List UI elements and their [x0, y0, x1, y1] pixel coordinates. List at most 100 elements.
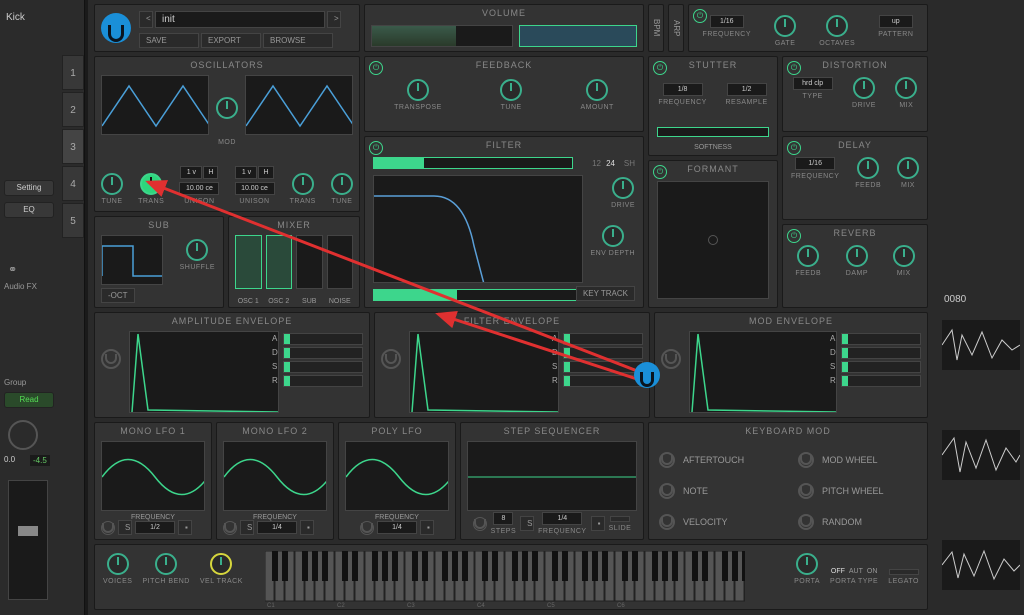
km-pitchwheel[interactable] [798, 483, 814, 499]
fb-tune[interactable] [500, 79, 522, 101]
mixer-sub[interactable] [296, 235, 323, 289]
track-4[interactable]: 4 [62, 166, 84, 201]
browse-button[interactable]: BROWSE [263, 33, 333, 48]
lfo1-sync[interactable]: ▪ [178, 520, 192, 535]
km-random[interactable] [798, 514, 814, 530]
preset-name[interactable]: init [155, 11, 325, 28]
seq-display[interactable] [467, 441, 637, 511]
fb-transpose[interactable] [407, 79, 429, 101]
polylfo-source[interactable] [360, 521, 374, 535]
amp-mod-source[interactable] [101, 349, 121, 369]
reverb-damp[interactable] [846, 245, 868, 267]
seq-sync[interactable]: ▪ [591, 516, 605, 531]
polylfo-sync[interactable]: ▪ [420, 520, 434, 535]
delay-feedb[interactable] [857, 157, 879, 179]
sub-shuffle-knob[interactable] [186, 239, 208, 261]
formant-power[interactable]: ⏻ [653, 165, 667, 179]
filter-type-slider[interactable] [373, 157, 573, 169]
stutter-power[interactable]: ⏻ [653, 61, 667, 75]
mixer-noise[interactable] [327, 235, 354, 289]
amp-env-display[interactable] [129, 331, 279, 413]
arp-octaves-knob[interactable] [826, 15, 848, 37]
audio-clip-2[interactable] [942, 430, 1020, 480]
keyboard[interactable]: C1C2C3C4C5C6 [265, 551, 745, 607]
audio-fx-label[interactable]: Audio FX [4, 282, 37, 291]
amp-a[interactable]: A [283, 333, 363, 345]
voices-knob[interactable] [107, 553, 129, 575]
audio-clip-1[interactable] [942, 320, 1020, 370]
filter-env-display[interactable] [409, 331, 559, 413]
link-icon[interactable]: ⚭ [8, 263, 17, 276]
mod-env-display[interactable] [689, 331, 837, 413]
feedback-power[interactable]: ⏻ [369, 61, 383, 75]
delay-power[interactable]: ⏻ [787, 141, 801, 155]
sub-oct[interactable]: -OCT [101, 288, 135, 303]
reverb-mix[interactable] [893, 245, 915, 267]
softness-slider[interactable] [657, 127, 769, 137]
dist-mix[interactable] [895, 77, 917, 99]
dist-drive[interactable] [853, 77, 875, 99]
save-button[interactable]: SAVE [139, 33, 199, 48]
osc-mod-knob[interactable] [216, 97, 238, 119]
amp-r[interactable]: R [283, 375, 363, 387]
legato-btn[interactable] [889, 569, 919, 575]
audio-clip-3[interactable] [942, 540, 1020, 590]
amp-s[interactable]: S [283, 361, 363, 373]
filter-env-depth[interactable] [602, 225, 624, 247]
km-velocity[interactable] [659, 514, 675, 530]
arp-pattern[interactable]: up [879, 15, 913, 28]
osc2-trans[interactable] [292, 173, 314, 195]
mixer-osc2[interactable] [266, 235, 293, 289]
km-aftertouch[interactable] [659, 452, 675, 468]
menv-r[interactable]: R [841, 375, 921, 387]
filter-display[interactable] [373, 175, 583, 283]
filter-power[interactable]: ⏻ [369, 141, 383, 155]
track-2[interactable]: 2 [62, 92, 84, 127]
preset-next[interactable]: > [327, 11, 341, 28]
filter-key-track[interactable]: KEY TRACK [576, 286, 635, 301]
mixer-osc1[interactable] [235, 235, 262, 289]
reverb-feedb[interactable] [797, 245, 819, 267]
volume-fader[interactable] [8, 480, 48, 600]
dist-power[interactable]: ⏻ [787, 61, 801, 75]
osc1-wave[interactable] [101, 75, 209, 135]
arp-rate[interactable]: 1/16 [710, 15, 744, 28]
pitchbend-knob[interactable] [155, 553, 177, 575]
eq-button[interactable]: EQ [4, 202, 54, 218]
amp-d[interactable]: D [283, 347, 363, 359]
lfo1-display[interactable] [101, 441, 205, 511]
fenv-r[interactable]: R [563, 375, 643, 387]
reverb-power[interactable]: ⏻ [787, 229, 801, 243]
filter-cutoff-slider[interactable] [373, 289, 583, 301]
menv-s[interactable]: S [841, 361, 921, 373]
track-3[interactable]: 3 [62, 129, 84, 164]
osc2-wave[interactable] [245, 75, 353, 135]
export-button[interactable]: EXPORT [201, 33, 261, 48]
osc2-tune[interactable] [331, 173, 353, 195]
seq-source[interactable] [473, 517, 487, 531]
polylfo-display[interactable] [345, 441, 449, 511]
track-5[interactable]: 5 [62, 203, 84, 238]
veltrack-knob[interactable] [210, 553, 232, 575]
lfo2-source[interactable] [223, 521, 237, 535]
porta-knob[interactable] [796, 553, 818, 575]
menv-d[interactable]: D [841, 347, 921, 359]
setting-button[interactable]: Setting [4, 180, 54, 196]
fenv-s[interactable]: S [563, 361, 643, 373]
fb-amount[interactable] [586, 79, 608, 101]
filter-mod-source[interactable] [381, 349, 401, 369]
mod-mod-source[interactable] [661, 349, 681, 369]
fenv-d[interactable]: D [563, 347, 643, 359]
bpm-label[interactable]: BPM [648, 4, 664, 52]
filter-drive[interactable] [612, 177, 634, 199]
osc1-tune[interactable] [101, 173, 123, 195]
seq-slide[interactable] [610, 516, 630, 522]
km-note[interactable] [659, 483, 675, 499]
preset-prev[interactable]: < [139, 11, 153, 28]
volume-slider[interactable] [371, 25, 513, 47]
menv-a[interactable]: A [841, 333, 921, 345]
km-modwheel[interactable] [798, 452, 814, 468]
pan-knob[interactable] [8, 420, 38, 450]
arp-label[interactable]: ARP [668, 4, 684, 52]
delay-mix[interactable] [897, 157, 919, 179]
